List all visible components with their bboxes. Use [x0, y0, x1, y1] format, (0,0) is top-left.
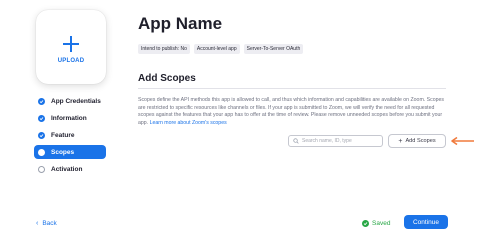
- back-link[interactable]: ‹ Back: [36, 220, 57, 227]
- status-badge: Server-To-Server OAuth: [243, 44, 304, 54]
- sidebar-item-app-credentials[interactable]: App Credentials: [34, 94, 106, 108]
- sidebar-item-label: Feature: [51, 131, 75, 139]
- sidebar-item-information[interactable]: Information: [34, 111, 106, 125]
- plus-icon: +: [398, 137, 403, 145]
- arrow-left-icon: [451, 136, 474, 146]
- check-icon: [38, 131, 45, 139]
- saved-status: Saved: [362, 220, 390, 227]
- back-label: Back: [42, 220, 57, 227]
- sidebar-nav: App Credentials Information Feature Scop…: [34, 94, 106, 179]
- search-icon: [293, 138, 299, 144]
- chevron-left-icon: ‹: [36, 220, 39, 227]
- add-scopes-label: Add Scopes: [405, 138, 436, 144]
- sidebar-item-label: Scopes: [51, 148, 75, 156]
- page-title: App Name: [138, 14, 223, 33]
- badge-list: Intend to publish: No Account-level app …: [138, 44, 307, 54]
- continue-button[interactable]: Continue: [404, 215, 448, 229]
- learn-more-link[interactable]: Learn more about Zoom's scopes: [150, 120, 227, 126]
- upload-card[interactable]: UPLOAD: [36, 10, 106, 84]
- section-title: Add Scopes: [138, 73, 196, 84]
- upload-label: UPLOAD: [57, 58, 85, 64]
- sidebar-item-label: Activation: [51, 165, 83, 173]
- divider: [138, 88, 446, 89]
- check-circle-icon: [362, 220, 369, 227]
- scopes-description: Scopes define the API methods this app i…: [138, 97, 448, 128]
- sidebar-item-label: App Credentials: [51, 97, 101, 105]
- check-icon: [38, 114, 45, 122]
- sidebar-item-scopes[interactable]: Scopes: [34, 145, 106, 159]
- sidebar-item-label: Information: [51, 114, 87, 122]
- check-icon: [38, 97, 45, 105]
- plus-icon: [63, 36, 79, 52]
- search-input[interactable]: [302, 138, 380, 144]
- sidebar-item-activation[interactable]: Activation: [34, 162, 106, 176]
- search-field[interactable]: [288, 135, 383, 147]
- status-badge: Account-level app: [193, 44, 240, 54]
- step-dot-icon: [38, 148, 45, 156]
- add-scopes-button[interactable]: + Add Scopes: [388, 134, 446, 148]
- step-dot-icon: [38, 165, 45, 173]
- saved-label: Saved: [372, 220, 391, 227]
- status-badge: Intend to publish: No: [138, 44, 190, 54]
- sidebar-item-feature[interactable]: Feature: [34, 128, 106, 142]
